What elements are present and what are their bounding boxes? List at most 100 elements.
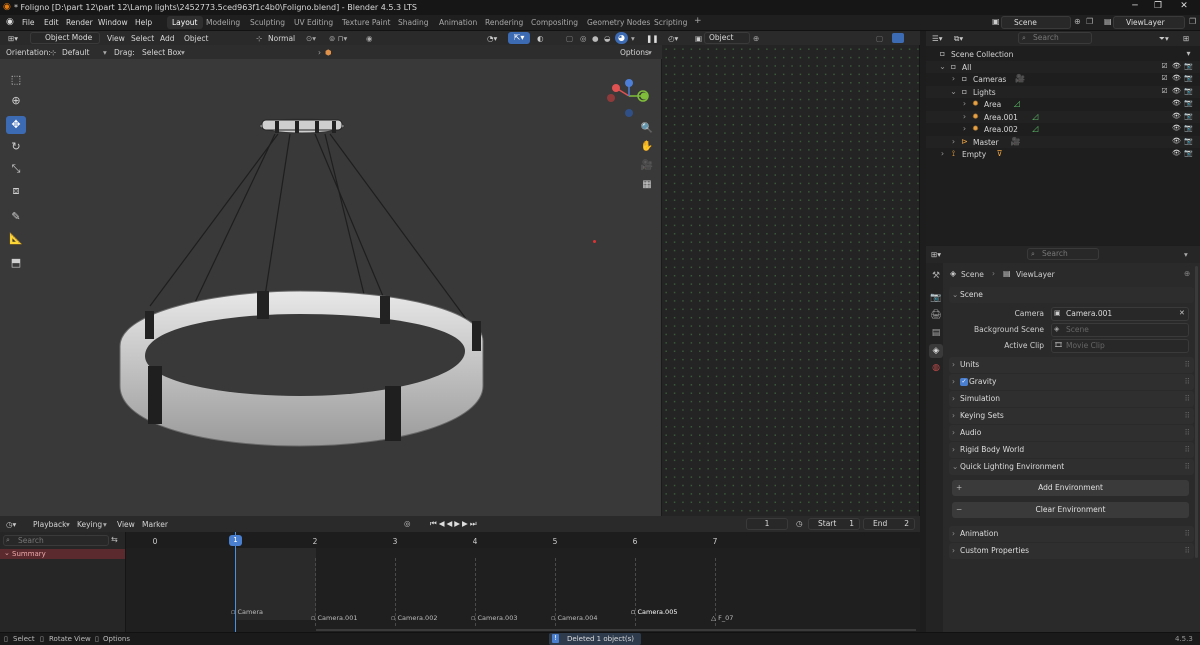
rotate-tool-icon[interactable]: ↻ — [6, 138, 26, 156]
visibility-icon[interactable]: ◔▾ — [487, 34, 497, 43]
drag-selector[interactable]: Select Box — [142, 48, 181, 57]
measure-tool-icon[interactable]: 📐 — [6, 230, 26, 248]
eye-icon[interactable]: 👁 — [1172, 99, 1181, 108]
add-workspace-icon[interactable]: + — [694, 16, 702, 26]
add-cube-tool-icon[interactable]: ⬒ — [6, 254, 26, 272]
camera-restrict-icon[interactable]: 📷 — [1184, 137, 1193, 146]
properties-scrollbar[interactable] — [1195, 266, 1198, 558]
close-icon[interactable]: ✕ — [1179, 309, 1185, 317]
simulation-panel[interactable]: › Simulation ⠿ — [949, 391, 1194, 407]
view-toggle-icon[interactable] — [892, 33, 904, 43]
timeline-marker[interactable]: △ F_07 — [711, 614, 733, 622]
tool-tab-icon[interactable]: ⚒ — [929, 269, 943, 283]
chevron-down-icon[interactable]: ▾ — [1184, 250, 1188, 259]
scale-tool-icon[interactable]: ⤡ — [6, 160, 26, 178]
scene-panel-header[interactable]: ⌄ Scene — [949, 287, 1194, 303]
menu-view[interactable]: View — [117, 520, 135, 529]
drag-grip-icon[interactable]: ⠿ — [1185, 391, 1190, 407]
eye-icon[interactable]: 👁 — [1172, 137, 1181, 146]
tab-geometry-nodes[interactable]: Geometry Nodes — [587, 18, 650, 27]
record-icon[interactable]: ◎ — [404, 519, 411, 528]
drag-grip-icon[interactable]: ⠿ — [1185, 425, 1190, 441]
drag-grip-icon[interactable]: ⠿ — [1185, 459, 1190, 475]
camera-view-icon[interactable]: 🎥 — [639, 158, 655, 174]
camera-restrict-icon[interactable]: 📷 — [1184, 99, 1193, 108]
filter-icon[interactable]: ▢ — [876, 34, 883, 43]
chevron-down-icon[interactable]: ▾ — [66, 520, 70, 529]
render-tab-icon[interactable]: 📷 — [929, 291, 943, 305]
camera-restrict-icon[interactable]: 📷 — [1184, 112, 1193, 121]
eye-icon[interactable]: 👁 — [1172, 74, 1181, 83]
shading-solid-icon[interactable]: ● — [592, 34, 599, 43]
eye-icon[interactable]: 👁 — [1172, 124, 1181, 133]
drag-grip-icon[interactable]: ⠿ — [1185, 442, 1190, 458]
world-tab-icon[interactable]: ◍ — [929, 361, 943, 375]
menu-select[interactable]: Select — [131, 34, 154, 43]
playhead-line[interactable] — [235, 532, 236, 632]
shading-material-icon[interactable]: ◒ — [604, 34, 611, 43]
tab-uv-editing[interactable]: UV Editing — [294, 18, 333, 27]
camera-restrict-icon[interactable]: 📷 — [1184, 62, 1193, 71]
playback-controls-icon[interactable]: ⏮◀◀▶▶⏭ — [430, 519, 479, 529]
outliner-row[interactable]: ⌄ ▫ Lights ☑ 👁 📷 — [926, 85, 1200, 98]
drag-grip-icon[interactable]: ⠿ — [1185, 543, 1190, 559]
shading-rendered-icon[interactable]: ◕ — [615, 32, 628, 44]
exclude-checkbox-icon[interactable]: ☑ — [1160, 87, 1169, 96]
outliner-row[interactable]: › ✹ Area.002 ◿ 👁 📷 — [926, 123, 1200, 135]
drag-grip-icon[interactable]: ⠿ — [1185, 374, 1190, 390]
eye-icon[interactable]: 👁 — [1172, 62, 1181, 71]
tab-compositing[interactable]: Compositing — [531, 18, 578, 27]
chevron-right-icon[interactable]: › — [318, 48, 321, 57]
new-view-layer-icon[interactable]: ❐ — [1189, 17, 1196, 26]
cursor-icon[interactable]: ⊕ — [6, 92, 26, 110]
options-dropdown[interactable]: Options — [620, 48, 649, 57]
menu-add[interactable]: Add — [160, 34, 175, 43]
camera-restrict-icon[interactable]: 📷 — [1184, 149, 1193, 158]
tab-layout[interactable]: Layout — [167, 16, 203, 29]
drag-grip-icon[interactable]: ⠿ — [1185, 408, 1190, 424]
playhead-frame[interactable]: 1 — [229, 535, 242, 546]
chevron-right-icon[interactable]: › — [960, 99, 969, 108]
menu-playback[interactable]: Playback — [33, 520, 66, 529]
mode-selector[interactable]: Object Mode — [30, 32, 100, 44]
output-tab-icon[interactable]: 🖨 — [929, 308, 943, 322]
exclude-checkbox-icon[interactable]: ☑ — [1160, 62, 1169, 71]
outliner-row[interactable]: › ✹ Area ◿ 👁 📷 — [926, 98, 1200, 110]
add-environment-button[interactable]: + Add Environment — [952, 480, 1189, 496]
timeline-marker[interactable]: ▫ Camera.005 — [631, 608, 677, 616]
pin-icon[interactable]: ⊕ — [753, 34, 759, 43]
move-tool-icon[interactable]: ✥ — [6, 116, 26, 134]
frame-ruler[interactable] — [126, 532, 920, 548]
view-layer-selector[interactable]: ViewLayer — [1113, 16, 1185, 29]
new-scene-icon[interactable]: ❐ — [1086, 17, 1093, 26]
tab-scripting[interactable]: Scripting — [654, 18, 687, 27]
outliner-row[interactable]: › ⊳ Master 🎥 👁 📷 — [926, 135, 1200, 148]
timeline[interactable]: ◷▾ Playback ▾ Keying ▾ View Marker ◎ ⏮◀◀… — [0, 516, 920, 632]
menu-keying[interactable]: Keying — [77, 520, 102, 529]
properties-search-input[interactable]: Search — [1027, 248, 1099, 260]
display-mode-icon[interactable]: ⧉▾ — [954, 34, 963, 44]
maximize-icon[interactable]: ❐ — [1150, 1, 1166, 13]
quick-lighting-panel[interactable]: ⌄ Quick Lighting Environment ⠿ — [949, 459, 1194, 475]
chevron-right-icon[interactable]: › — [938, 149, 947, 158]
blender-menu-icon[interactable]: ◉ — [6, 17, 14, 27]
orientation-selector[interactable]: Default — [62, 48, 89, 57]
pin-icon[interactable]: ⊕ — [1074, 17, 1081, 26]
chevron-right-icon[interactable]: › — [949, 74, 958, 83]
menu-object[interactable]: Object — [184, 34, 208, 43]
clear-environment-button[interactable]: − Clear Environment — [952, 502, 1189, 518]
menu-help[interactable]: Help — [135, 18, 152, 27]
animation-panel[interactable]: › Animation ⠿ — [949, 526, 1194, 542]
chevron-down-icon[interactable]: ▾ — [103, 48, 107, 57]
close-icon[interactable]: ✕ — [1176, 1, 1192, 13]
exclude-checkbox-icon[interactable]: ☑ — [1160, 74, 1169, 83]
drag-grip-icon[interactable]: ⠿ — [1185, 357, 1190, 373]
timeline-marker[interactable]: ▫ Camera.002 — [391, 614, 437, 622]
gravity-checkbox[interactable]: ✓ — [960, 378, 968, 386]
3d-viewport[interactable]: ⊞▾ Object Mode View Select Add Object ⊹ … — [0, 31, 662, 516]
background-scene-field[interactable]: Scene — [1051, 323, 1189, 337]
camera-restrict-icon[interactable]: 📷 — [1184, 87, 1193, 96]
proportional-icon[interactable]: ◉ — [366, 34, 373, 43]
pan-hand-icon[interactable]: ✋ — [639, 139, 655, 155]
menu-render[interactable]: Render — [66, 18, 93, 27]
